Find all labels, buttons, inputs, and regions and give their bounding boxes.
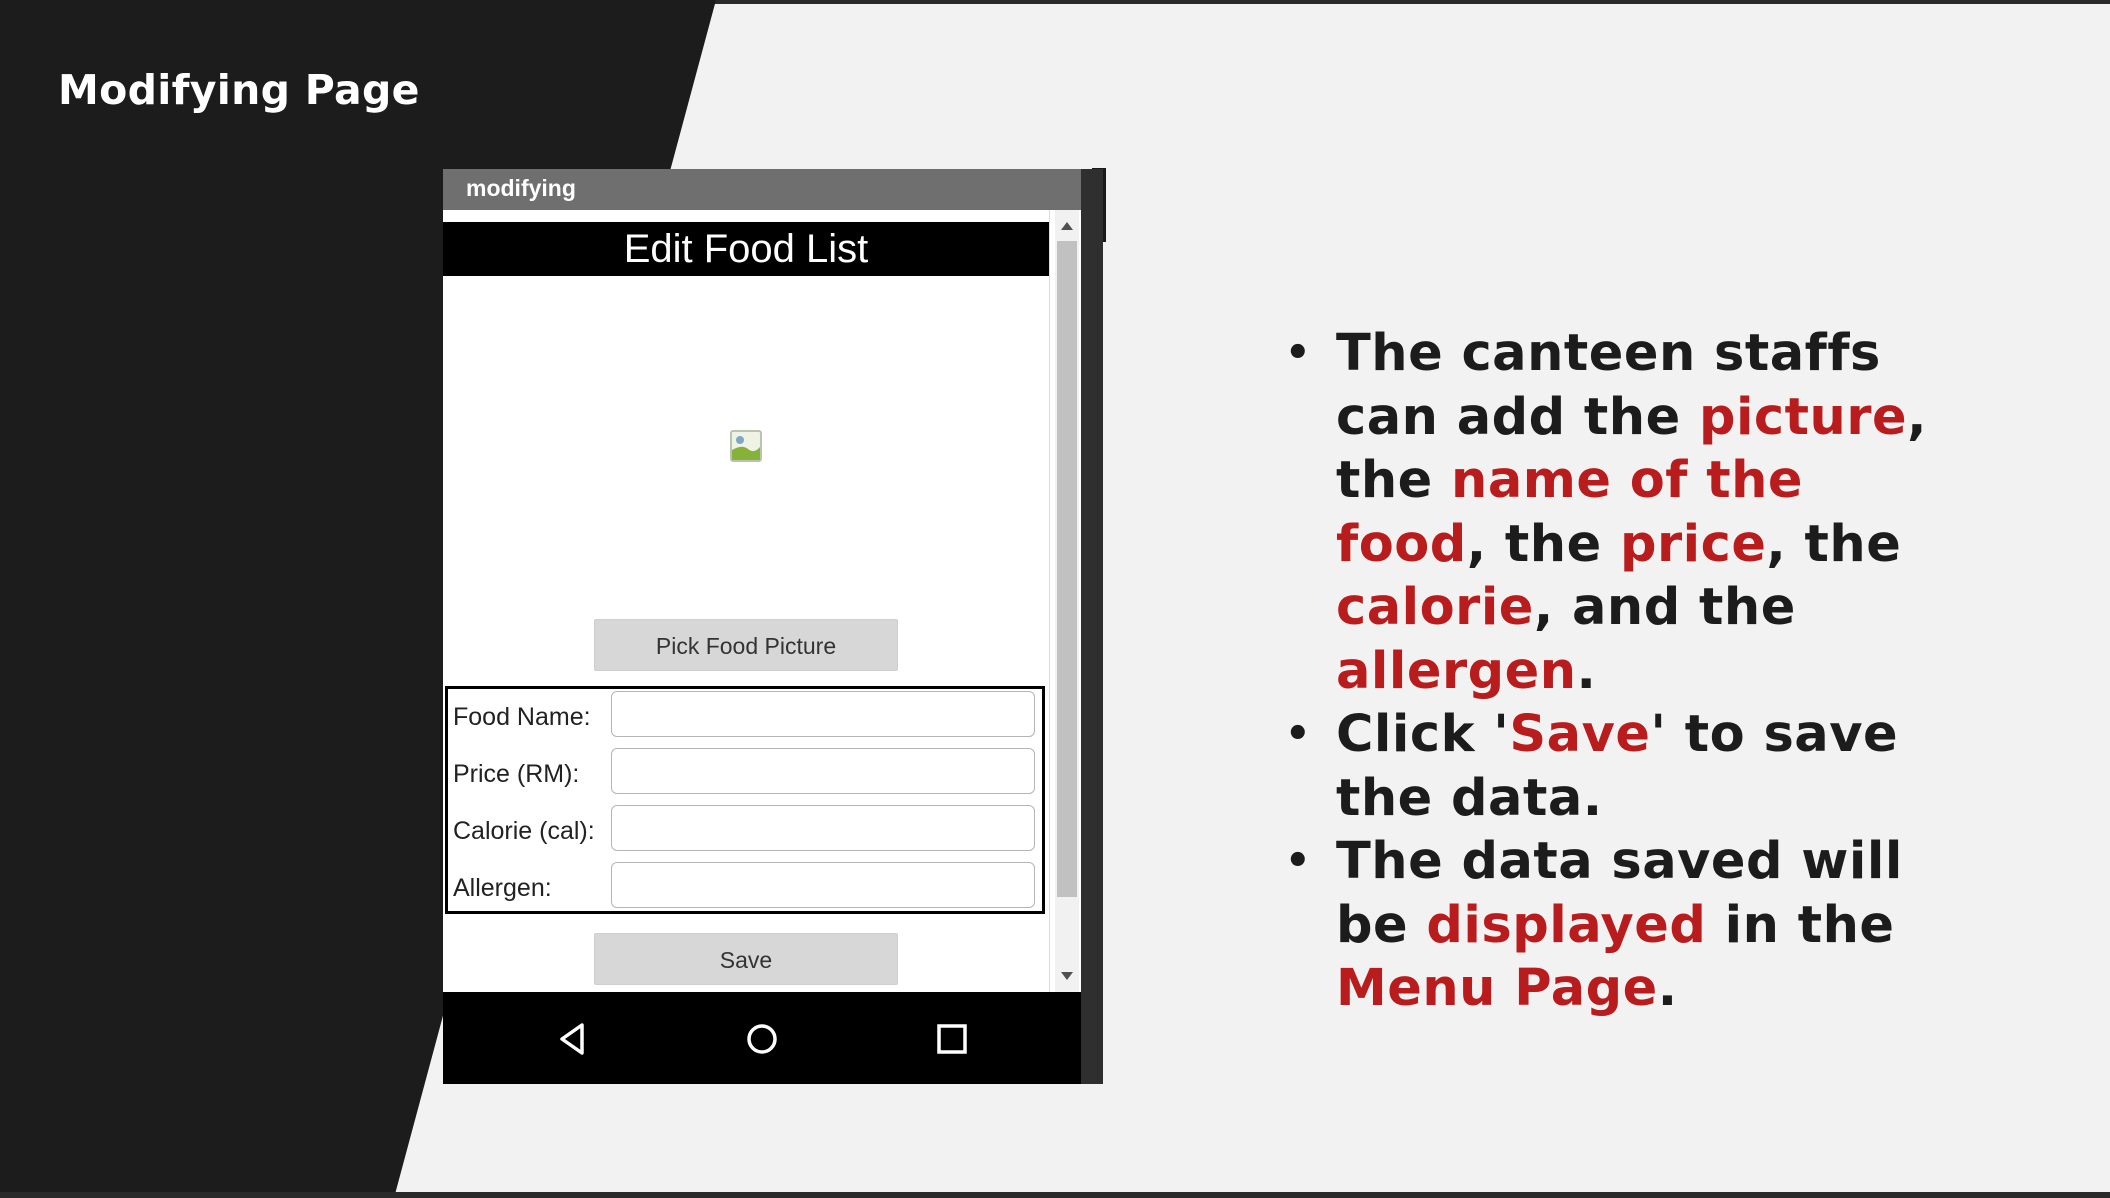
broken-image-icon[interactable] [730,430,762,462]
app-bar-title: modifying [466,175,576,201]
calorie-label: Calorie (cal): [453,817,595,845]
bullet-text: in the [1706,895,1895,955]
slide-title: Modifying Page [58,66,420,114]
home-circle-icon[interactable] [737,1014,787,1064]
recents-square-icon[interactable] [927,1014,977,1064]
highlighted-text: Menu Page [1336,959,1658,1018]
scroll-thumb[interactable] [1057,241,1077,897]
highlighted-text: displayed [1426,895,1707,955]
screen-title: Edit Food List [443,222,1049,276]
bottom-rule [0,1192,2110,1198]
bullet-text: . [1657,959,1678,1018]
bullet-text: , the [1766,514,1902,574]
content-divider [1049,210,1050,992]
highlighted-text: picture [1698,387,1908,447]
pick-food-picture-button[interactable]: Pick Food Picture [594,619,898,671]
highlighted-text: price [1619,514,1767,574]
bullet-dot: • [1285,330,1312,376]
scroll-down-icon[interactable] [1061,972,1073,980]
bullet-item: • Click 'Save' to save the data. [1285,703,1965,830]
highlighted-text: calorie [1336,578,1534,637]
scrollbar[interactable] [1055,210,1079,992]
food-form: Food Name: Price (RM): Calorie (cal): Al… [445,686,1045,914]
bullet-list: • The canteen staffs can add the picture,… [1285,322,1965,1021]
bullet-item: • The data saved will be displayed in the… [1285,830,1965,1021]
screen-content: Edit Food List Pick Food Picture Food Na… [443,210,1081,992]
bullet-text: , and the [1533,578,1796,637]
android-nav-bar [443,992,1081,1084]
calorie-input[interactable] [611,805,1035,851]
highlighted-text: Save [1509,705,1651,764]
bullet-item: • The canteen staffs can add the picture,… [1285,322,1965,703]
phone-screenshot: modifying Edit Food List Pick Food Pictu… [443,169,1103,1084]
bullet-text: Click ' [1336,705,1510,764]
bullet-dot: • [1285,838,1312,884]
price-label: Price (RM): [453,760,580,788]
phone-frame-edge [1081,169,1103,1084]
allergen-input[interactable] [611,862,1035,908]
bullet-text: . [1576,641,1597,701]
food-name-label: Food Name: [453,703,591,731]
highlighted-text: allergen [1336,641,1577,701]
bullet-dot: • [1285,711,1312,757]
bullet-text: , the [1466,514,1620,574]
food-name-input[interactable] [611,691,1035,737]
app-bar: modifying [443,169,1081,210]
allergen-label: Allergen: [453,874,552,902]
back-triangle-icon[interactable] [548,1014,598,1064]
save-button[interactable]: Save [594,933,898,985]
price-input[interactable] [611,748,1035,794]
scroll-up-icon[interactable] [1061,222,1073,230]
